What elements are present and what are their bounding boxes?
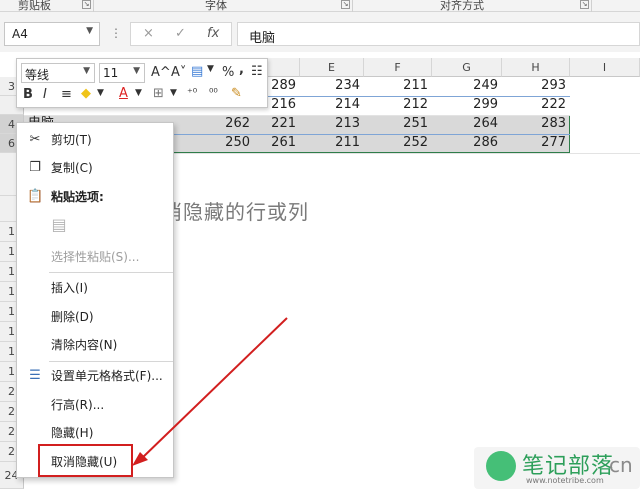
watermark: 笔记部落 www.notetribe.com cn [474, 447, 640, 489]
watermark-suffix: cn [609, 453, 633, 477]
annotation-arrow-icon [132, 317, 288, 466]
watermark-url: www.notetribe.com [526, 476, 604, 485]
watermark-logo-icon [486, 451, 516, 481]
